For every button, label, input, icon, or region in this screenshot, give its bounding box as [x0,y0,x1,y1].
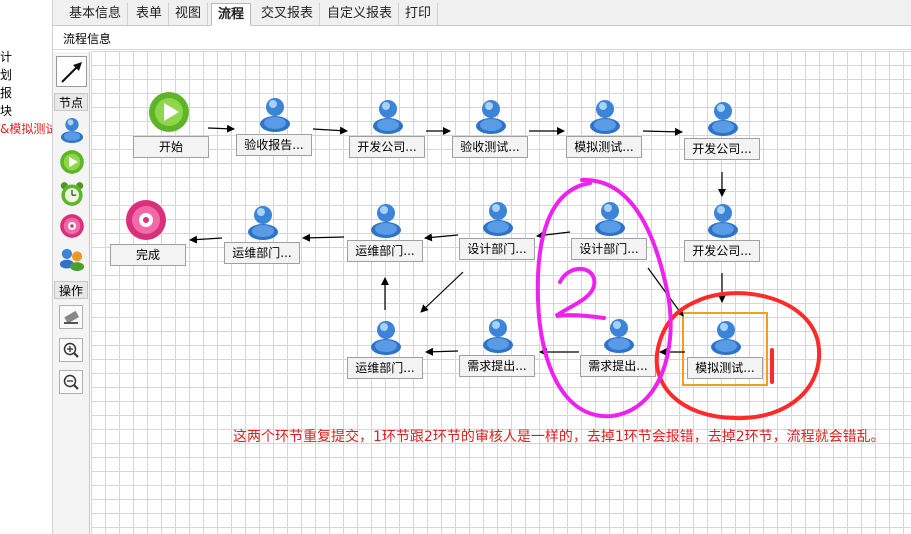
tab-form[interactable]: 表单 [130,3,170,26]
tree-item[interactable]: 报 [0,84,12,101]
workflow-node[interactable]: 验收报告... [236,94,312,158]
node-label: 运维部门... [347,240,423,262]
user-icon [483,202,513,236]
zoom-out-icon [63,374,79,390]
workflow-node[interactable]: 运维部门... [347,317,423,381]
start-node[interactable]: 开始 [133,92,209,160]
node-label: 模拟测试... [566,136,642,158]
workflow-node[interactable]: 运维部门... [347,200,423,264]
arrow-pointer-icon [60,61,82,83]
node-label: 验收测试... [452,136,528,158]
palette-section-nodes: 节点 [54,93,88,111]
user-node-tool[interactable] [56,113,87,144]
node-label: 开发公司... [349,136,425,158]
workflow-node[interactable]: 需求提出... [580,315,656,379]
node-label: 运维部门... [347,357,423,379]
tree-item[interactable]: 划 [0,66,12,83]
node-label: 运维部门... [224,242,300,264]
node-label: 需求提出... [580,355,656,377]
node-label: 验收报告... [236,134,312,156]
user-icon [248,206,278,240]
eraser-tool[interactable] [59,305,83,329]
tab-basic-info[interactable]: 基本信息 [63,3,129,26]
workflow-node[interactable]: 运维部门... [224,202,300,266]
tab-workflow[interactable]: 流程 [211,3,252,26]
group-node-tool[interactable] [56,243,87,274]
user-icon [260,98,290,132]
user-icon [604,319,634,353]
user-icon [708,102,738,136]
user-node-icon [60,117,83,143]
timer-node-icon [60,181,83,206]
group-node-icon [59,248,84,271]
palette-section-ops: 操作 [54,281,88,299]
workflow-node[interactable]: 模拟测试... [566,96,642,160]
zoom-in-icon [63,342,79,358]
workflow-node[interactable]: 需求提出... [459,315,535,379]
node-label: 设计部门... [571,238,647,260]
tab-print[interactable]: 打印 [399,3,439,26]
node-label: 完成 [110,244,186,266]
tab-view[interactable]: 视图 [169,3,209,26]
user-icon [708,204,738,238]
tool-palette: 节点 操作 [53,52,90,534]
node-label: 开发公司... [684,138,760,160]
workflow-node-selected[interactable]: 模拟测试... [682,312,768,386]
workflow-node[interactable]: 开发公司... [684,98,760,162]
user-icon [483,319,513,353]
workflow-node[interactable]: 设计部门... [459,198,535,262]
zoom-in-tool[interactable] [59,338,83,362]
node-label: 开始 [133,136,209,158]
tree-item-selected[interactable]: &模拟测试 [0,120,52,137]
end-node[interactable]: 完成 [110,200,186,268]
end-node-icon [59,213,84,238]
workflow-info-title: 流程信息 [63,32,112,46]
node-label: 设计部门... [459,238,535,260]
end-node-tool[interactable] [56,210,87,241]
start-node-tool[interactable] [56,146,87,177]
user-icon [476,100,506,134]
annotation-note: 这两个环节重复提交，1环节跟2环节的审核人是一样的，去掉1环节会报错，去掉2环节… [233,429,885,445]
node-label: 模拟测试... [687,357,763,379]
workflow-info-header: 流程信息 [53,26,911,50]
node-label: 开发公司... [684,240,760,262]
eraser-icon [64,310,80,324]
user-icon [590,100,620,134]
user-icon [595,202,625,236]
zoom-out-tool[interactable] [59,370,83,394]
workflow-designer-window: 计 划 报 块 &模拟测试 基本信息 表单 视图 流程 交叉报表 自定义报表 打… [0,0,911,534]
tab-bar: 基本信息 表单 视图 流程 交叉报表 自定义报表 打印 [53,0,911,26]
timer-node-tool[interactable] [56,178,87,209]
workflow-node[interactable]: 设计部门... [571,198,647,262]
user-icon [371,204,401,238]
start-node-icon [59,149,84,174]
workflow-node[interactable]: 验收测试... [452,96,528,160]
user-icon [371,321,401,355]
workflow-node[interactable]: 开发公司... [349,96,425,160]
tab-cross-report[interactable]: 交叉报表 [255,3,321,26]
tree-item[interactable]: 计 [0,48,12,65]
workflow-node[interactable]: 开发公司... [684,200,760,264]
end-icon [126,200,166,240]
user-icon [373,100,403,134]
tab-custom-report[interactable]: 自定义报表 [321,3,400,26]
select-arrow-tool[interactable] [56,56,87,87]
left-tree-panel: 计 划 报 块 &模拟测试 [0,0,53,534]
tree-item[interactable]: 块 [0,102,12,119]
start-icon [149,92,189,132]
node-label: 需求提出... [459,355,535,377]
user-icon [711,321,741,355]
